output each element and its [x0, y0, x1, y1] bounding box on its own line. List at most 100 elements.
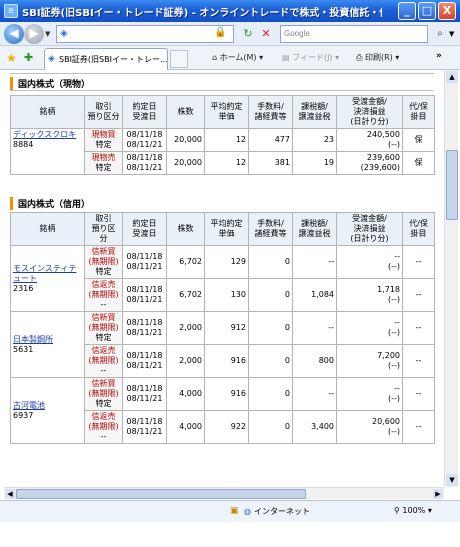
- stock-name-link[interactable]: ディックスクロキ: [13, 130, 76, 139]
- date-cell: 08/11/18 08/11/21: [122, 278, 167, 312]
- scroll-up-icon[interactable]: ▲: [446, 71, 458, 83]
- zoom-label: 100%: [402, 506, 426, 515]
- scroll-down-icon[interactable]: ▼: [446, 474, 458, 486]
- fee: 0: [248, 410, 293, 444]
- date-cell: 08/11/18 08/11/21: [122, 410, 167, 444]
- protected-mode-icon[interactable]: ▣: [230, 506, 239, 516]
- search-dropdown-icon[interactable]: ▼: [449, 30, 454, 38]
- zoom-level[interactable]: ⚲ 100% ▾: [394, 506, 432, 515]
- home-label: ホーム(M): [219, 53, 257, 62]
- term-type: (無期限): [88, 389, 119, 398]
- history-dropdown-icon[interactable]: ▼: [45, 30, 50, 38]
- settle-date: 08/11/21: [126, 163, 163, 172]
- stock-code: 5631: [13, 344, 34, 354]
- amount-cell: 20,600 (--): [336, 410, 403, 444]
- avg-price: 916: [204, 344, 249, 378]
- feed-label: フィード(J): [292, 53, 333, 62]
- term-type: (無期限): [88, 323, 119, 332]
- horizontal-scroll-thumb[interactable]: [16, 489, 306, 499]
- trade-type-cell: 信返売 (無期限) --: [84, 278, 123, 312]
- browser-tab[interactable]: ◈ SBI証券(旧SBIイー・トレー...: [44, 48, 168, 70]
- account-type: --: [100, 432, 107, 441]
- vertical-scroll-thumb[interactable]: [446, 150, 458, 220]
- trade-type-cell: 現物買 特定: [84, 128, 123, 152]
- tax: --: [292, 377, 337, 411]
- search-input[interactable]: Google: [280, 25, 428, 43]
- avg-price: 912: [204, 311, 249, 345]
- new-tab-button[interactable]: [170, 50, 188, 68]
- trade-date: 08/11/18: [126, 285, 163, 294]
- trade-date: 08/11/18: [126, 384, 163, 393]
- stock-name-link[interactable]: 古河電池: [13, 401, 45, 410]
- profit-loss: (--): [387, 427, 400, 436]
- cash-header-row: 銘柄 取引 預り区分 約定日 受渡日 株数 平均約定 単価 手数料/ 諸経費等 課税額/ 譲…: [10, 95, 435, 129]
- term-type: (無期限): [88, 356, 119, 365]
- stock-cell: ディックスクロキ 8884: [10, 128, 85, 175]
- favorites-star-icon[interactable]: ★: [6, 51, 17, 65]
- stock-name-link[interactable]: モスインスティテュート: [13, 264, 76, 283]
- stop-icon[interactable]: ✕: [258, 26, 274, 42]
- feed-button[interactable]: ▤ フィード(J) ▾: [282, 52, 339, 63]
- quantity: 20,000: [166, 128, 205, 152]
- trade-date: 08/11/18: [126, 252, 163, 261]
- column-header: 受渡金額/ 決済損益 (日計り分): [336, 95, 403, 129]
- amount-cell: 1,718 (--): [336, 278, 403, 312]
- settlement-amount: 1,718: [377, 285, 400, 294]
- lock-icon[interactable]: 🔒: [214, 27, 226, 38]
- fee: 477: [248, 128, 293, 152]
- refresh-icon[interactable]: ↻: [240, 26, 256, 42]
- collateral-flag: --: [402, 377, 435, 411]
- amount-cell: -- (--): [336, 245, 403, 279]
- stock-name-link[interactable]: 日本製鋼所: [13, 335, 53, 344]
- avg-price: 12: [204, 151, 249, 175]
- tab-page-icon: ◈: [48, 54, 55, 64]
- trade-type: 信新買: [91, 379, 116, 388]
- tax: --: [292, 311, 337, 345]
- term-type: (無期限): [88, 290, 119, 299]
- url-input[interactable]: ◈: [56, 25, 234, 43]
- tax: 800: [292, 344, 337, 378]
- search-icon[interactable]: ⌕: [431, 26, 449, 42]
- avg-price: 922: [204, 410, 249, 444]
- add-favorites-icon[interactable]: ✚: [24, 51, 33, 64]
- scroll-left-icon[interactable]: ◀: [5, 489, 15, 499]
- minimize-button[interactable]: _: [398, 2, 416, 20]
- column-header: 代/保 掛目: [402, 95, 435, 129]
- column-header: 手数料/ 諸経費等: [248, 212, 293, 246]
- date-cell: 08/11/18 08/11/21: [122, 377, 167, 411]
- collateral-flag: --: [402, 410, 435, 444]
- avg-price: 129: [204, 245, 249, 279]
- more-commands-button[interactable]: »: [436, 51, 442, 61]
- avg-price: 130: [204, 278, 249, 312]
- fee: 0: [248, 377, 293, 411]
- tax: --: [292, 245, 337, 279]
- tax: 3,400: [292, 410, 337, 444]
- stock-cell: 日本製鋼所 5631: [10, 311, 85, 378]
- quantity: 4,000: [166, 377, 205, 411]
- stock-code: 2316: [13, 283, 34, 293]
- settle-date: 08/11/21: [126, 361, 163, 370]
- section-divider: [10, 73, 434, 74]
- maximize-button[interactable]: □: [418, 2, 436, 20]
- trade-type: 現物買: [91, 130, 116, 139]
- quantity: 6,702: [166, 278, 205, 312]
- forward-button[interactable]: ▶: [24, 24, 44, 44]
- back-button[interactable]: ◀: [4, 24, 24, 44]
- horizontal-scrollbar[interactable]: ◀ ▶: [4, 487, 444, 499]
- print-button[interactable]: ⎙ 印刷(R) ▾: [356, 52, 399, 63]
- close-button[interactable]: X: [438, 2, 456, 20]
- collateral-flag: 保: [402, 151, 435, 175]
- home-button[interactable]: ⌂ ホーム(M) ▾: [212, 52, 263, 63]
- scroll-right-icon[interactable]: ▶: [433, 489, 443, 499]
- vertical-scrollbar[interactable]: ▲ ▼: [444, 70, 458, 487]
- amount-cell: -- (--): [336, 311, 403, 345]
- tax: 23: [292, 128, 337, 152]
- table-row: ディックスクロキ 8884 現物買 特定 08/11/18 08/11/21 20,000 1…: [10, 128, 435, 175]
- column-header: 約定日 受渡日: [122, 95, 167, 129]
- stock-code: 8884: [13, 140, 34, 149]
- account-type: 特定: [95, 333, 112, 342]
- browser-window: e SBI証券(旧SBIイー・トレード証券) - オンライントレードで株式・投資…: [0, 0, 460, 547]
- security-zone[interactable]: ◍ インターネット: [244, 506, 310, 517]
- column-header: 取引 預り区分: [84, 95, 123, 129]
- column-header: 課税額/ 譲渡益税: [292, 212, 337, 246]
